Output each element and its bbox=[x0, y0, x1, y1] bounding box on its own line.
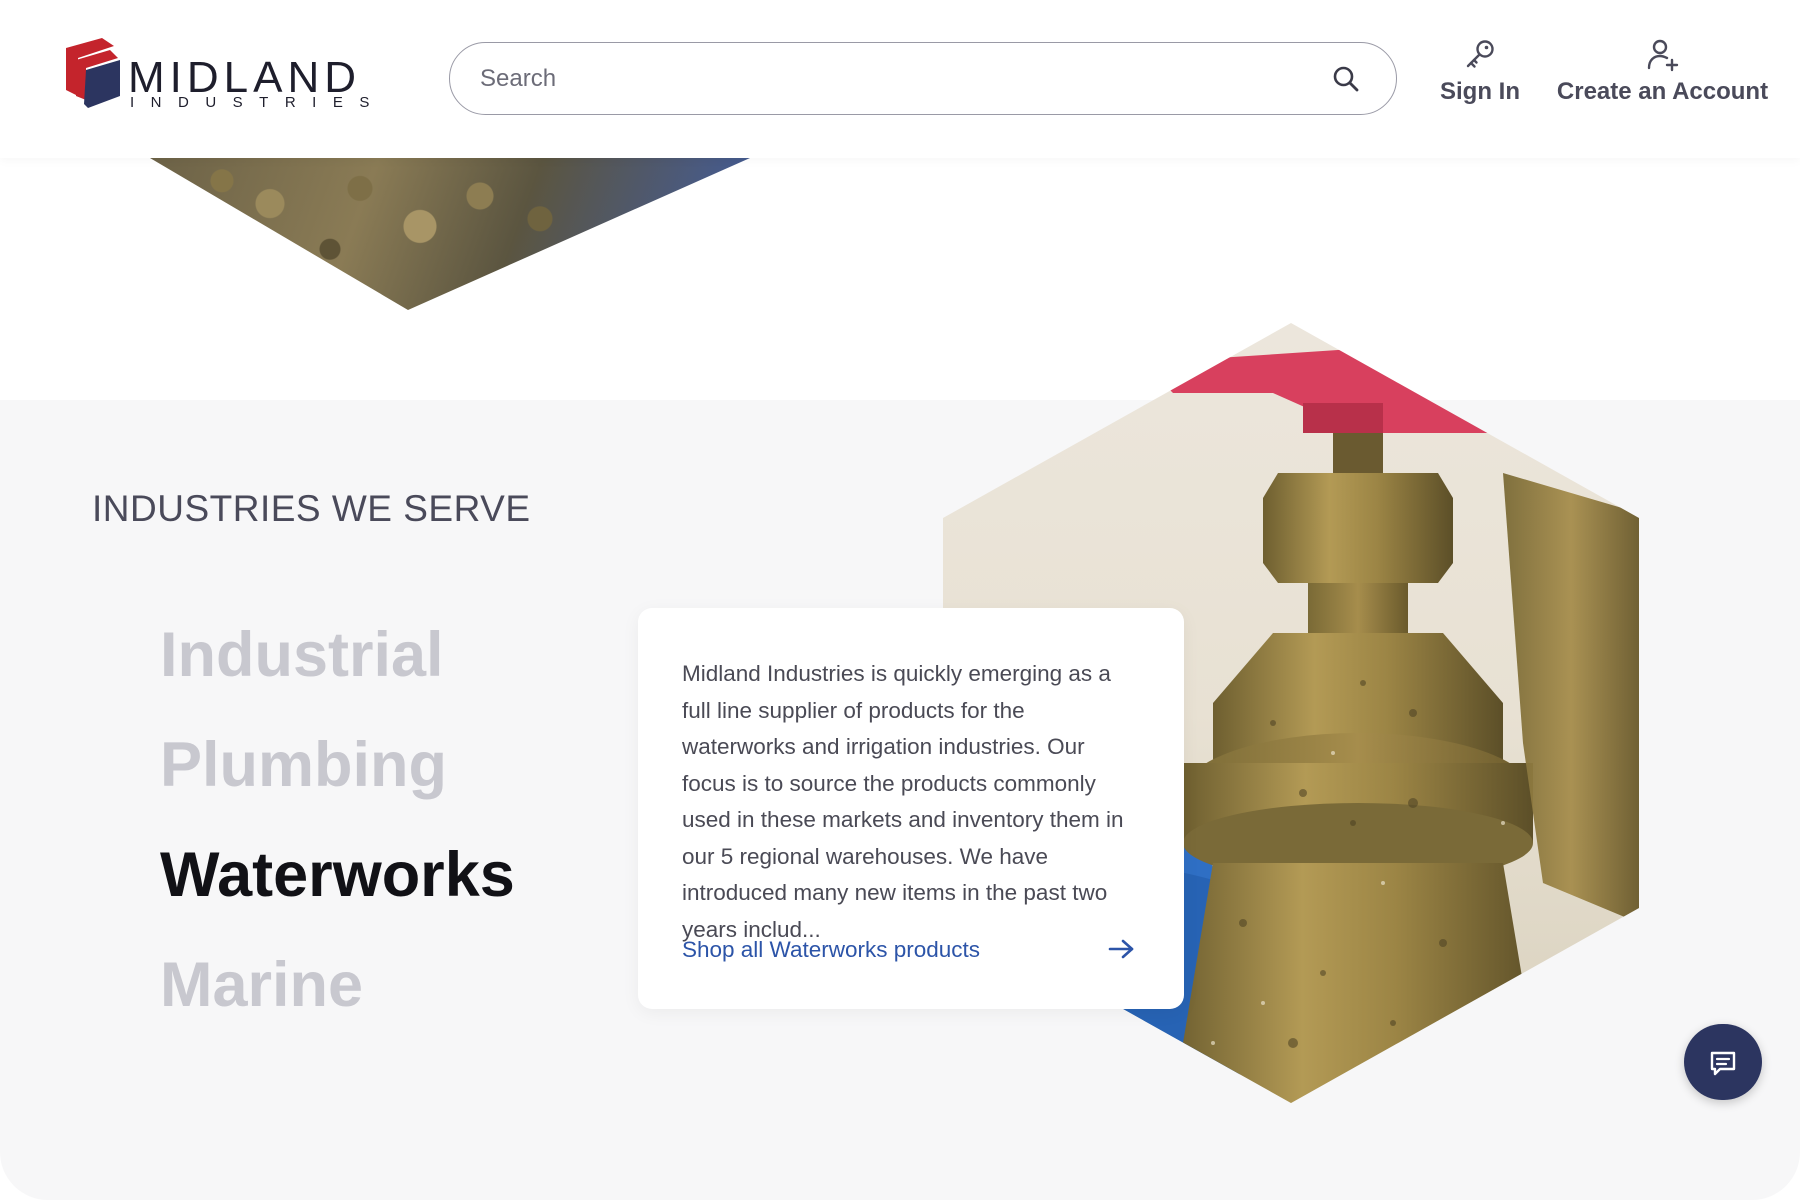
section-title: INDUSTRIES WE SERVE bbox=[92, 488, 531, 529]
shop-waterworks-link[interactable]: Shop all Waterworks products bbox=[682, 930, 1144, 970]
hero-hex-image bbox=[150, 158, 750, 310]
industry-description: Midland Industries is quickly emerging a… bbox=[682, 661, 1124, 942]
industry-item-industrial[interactable]: Industrial bbox=[160, 615, 515, 725]
industry-item-marine[interactable]: Marine bbox=[160, 945, 515, 1055]
search-bar bbox=[449, 42, 1397, 115]
industry-info-card: Midland Industries is quickly emerging a… bbox=[638, 608, 1184, 1009]
industry-item-waterworks[interactable]: Waterworks bbox=[160, 835, 515, 945]
chat-button[interactable] bbox=[1684, 1024, 1762, 1100]
sign-in-label: Sign In bbox=[1440, 78, 1520, 105]
industry-list: Industrial Plumbing Waterworks Marine bbox=[160, 615, 515, 1055]
sign-in-link[interactable]: Sign In bbox=[1430, 38, 1530, 106]
create-account-label: Create an Account bbox=[1556, 78, 1769, 105]
arrow-right-icon bbox=[1108, 939, 1134, 959]
create-account-link[interactable]: Create an Account bbox=[1555, 38, 1770, 106]
key-icon bbox=[1466, 40, 1494, 68]
user-plus-icon bbox=[1647, 39, 1678, 72]
logo-subword: INDUSTRIES bbox=[130, 94, 386, 111]
shop-link-label: Shop all Waterworks products bbox=[682, 937, 981, 962]
chat-icon bbox=[1710, 1051, 1736, 1076]
site-header: MIDLAND INDUSTRIES Sign In Create an Acc… bbox=[0, 0, 1800, 158]
industry-item-plumbing[interactable]: Plumbing bbox=[160, 725, 515, 835]
midland-logo[interactable]: MIDLAND INDUSTRIES bbox=[58, 38, 383, 114]
search-icon[interactable] bbox=[1332, 65, 1360, 93]
midland-logo-mark-icon bbox=[66, 38, 120, 108]
search-input[interactable] bbox=[480, 59, 1300, 99]
